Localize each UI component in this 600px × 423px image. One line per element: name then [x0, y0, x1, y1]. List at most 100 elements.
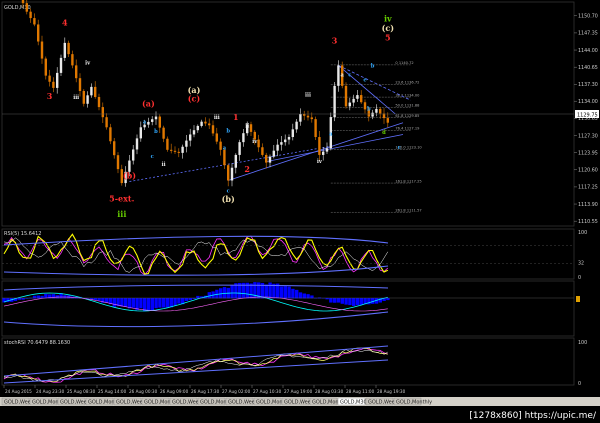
candle-body	[185, 140, 188, 147]
price-tick-label: 1134.00	[578, 99, 598, 105]
candle-body	[158, 116, 161, 128]
macd-bar	[135, 298, 139, 311]
candle-body	[48, 75, 51, 82]
candle-body	[170, 149, 173, 151]
wave-label: c	[151, 154, 154, 160]
macd-bar	[173, 298, 177, 306]
candle-body	[322, 151, 325, 155]
symbol-tab-label: GOLD,Monthly	[396, 400, 432, 406]
macd-bar	[154, 298, 158, 309]
candle-body	[261, 147, 264, 155]
wave-label: 2	[244, 164, 250, 174]
fib-level-label: 50.0 1131.88	[395, 104, 420, 108]
wave-label: b	[367, 106, 371, 112]
candle-body	[344, 85, 348, 107]
candle-body	[151, 119, 154, 122]
macd-bar	[298, 292, 303, 299]
candle-body	[59, 57, 63, 73]
candle-body	[21, 0, 25, 4]
candle-body	[295, 121, 298, 130]
wave-label: (a)	[142, 98, 155, 108]
candle-body	[97, 96, 101, 108]
trading-chart[interactable]: GOLD,M30 1150.70 1147.35 1144.00 1140.65 113…	[0, 0, 600, 423]
wave-label: (c)	[188, 94, 201, 104]
wave-label: 5	[385, 32, 391, 42]
candle-body	[52, 81, 55, 88]
candle-body	[208, 123, 211, 126]
time-tick-label: 28 Aug 03:30	[315, 389, 344, 394]
macd-bar	[355, 298, 360, 306]
candle-body	[371, 112, 374, 117]
macd-bar	[386, 298, 390, 301]
wave-label: b	[226, 128, 230, 134]
candle-body	[375, 108, 378, 113]
wave-label: 5-ext.	[109, 193, 134, 203]
candle-body	[325, 148, 329, 152]
macd-bar	[283, 286, 287, 299]
wave-label: c	[348, 73, 351, 79]
candle-body	[363, 102, 367, 110]
candle-body	[291, 129, 294, 138]
price-tick-label: 1147.35	[578, 31, 598, 37]
price-tick-label: 1150.70	[578, 14, 598, 20]
macd-bar	[131, 298, 135, 308]
fib-level-label: 23.6 1136.72	[395, 81, 419, 85]
candle-body	[67, 42, 70, 55]
wave-label: iv	[384, 13, 392, 23]
fib-level-label: 261.8 1111.57	[395, 208, 421, 212]
candle-body	[139, 127, 142, 139]
macd-bar	[348, 298, 352, 306]
macd-bar	[143, 298, 147, 312]
macd-bar	[165, 298, 170, 308]
macd-bar	[162, 298, 166, 308]
macd-bar	[93, 298, 97, 301]
candle-body	[333, 85, 336, 118]
candle-body	[29, 11, 32, 19]
candle-body	[379, 108, 382, 114]
macd-bar	[249, 283, 253, 299]
rsi-title: RSI(5) 15.6412	[4, 231, 41, 237]
macd-zero-marker	[576, 296, 580, 302]
candle-body	[211, 125, 215, 134]
macd-bar	[105, 298, 109, 303]
candle-body	[287, 137, 291, 140]
macd-bar	[17, 298, 21, 300]
candle-body	[276, 144, 279, 151]
rsi-tick-label: 100	[578, 230, 587, 236]
macd-bar	[336, 298, 341, 303]
candle-body	[219, 141, 222, 150]
candle-body	[284, 139, 287, 143]
candle-body	[360, 95, 363, 103]
time-tick-label: 24 Aug 23:30	[36, 389, 65, 394]
time-tick-label: 26 Aug 17:30	[191, 389, 220, 394]
time-tick-label: 28 Aug 11:00	[346, 389, 375, 394]
symbol-tabs[interactable]: GOLD,WeeklyGOLD,MonthlyGOLD,WeeklyGOLD,M…	[1, 397, 432, 406]
symbol-tab-label: GOLD,M30	[340, 400, 367, 406]
candle-body	[352, 98, 355, 103]
candle-body	[40, 41, 44, 59]
candle-body	[280, 142, 283, 145]
candle-body	[166, 138, 169, 150]
candle-body	[200, 121, 203, 126]
candle-body	[71, 54, 74, 66]
time-tick-label: 27 Aug 19:00	[284, 389, 313, 394]
candle-body	[56, 72, 59, 88]
time-tick-label: 27 Aug 10:30	[253, 389, 282, 394]
candle-body	[192, 130, 196, 135]
fib-level-label: 161.8 1117.25	[395, 179, 421, 183]
candle-body	[310, 117, 313, 120]
macd-bar	[359, 298, 363, 305]
macd-bar	[279, 286, 284, 299]
wave-label: iii	[214, 115, 220, 121]
candle-body	[230, 167, 234, 181]
rsi-tick-label: 0	[578, 275, 581, 281]
macd-bar	[352, 298, 356, 306]
macd-bar	[177, 298, 181, 304]
candle-body	[249, 124, 253, 132]
macd-bar	[97, 298, 101, 301]
candle-body	[101, 107, 104, 118]
candle-body	[272, 150, 275, 157]
candle-body	[109, 127, 112, 142]
fib-level-label: 38.2 1134.00	[395, 93, 420, 97]
price-tick-label: 1117.25	[578, 185, 598, 191]
